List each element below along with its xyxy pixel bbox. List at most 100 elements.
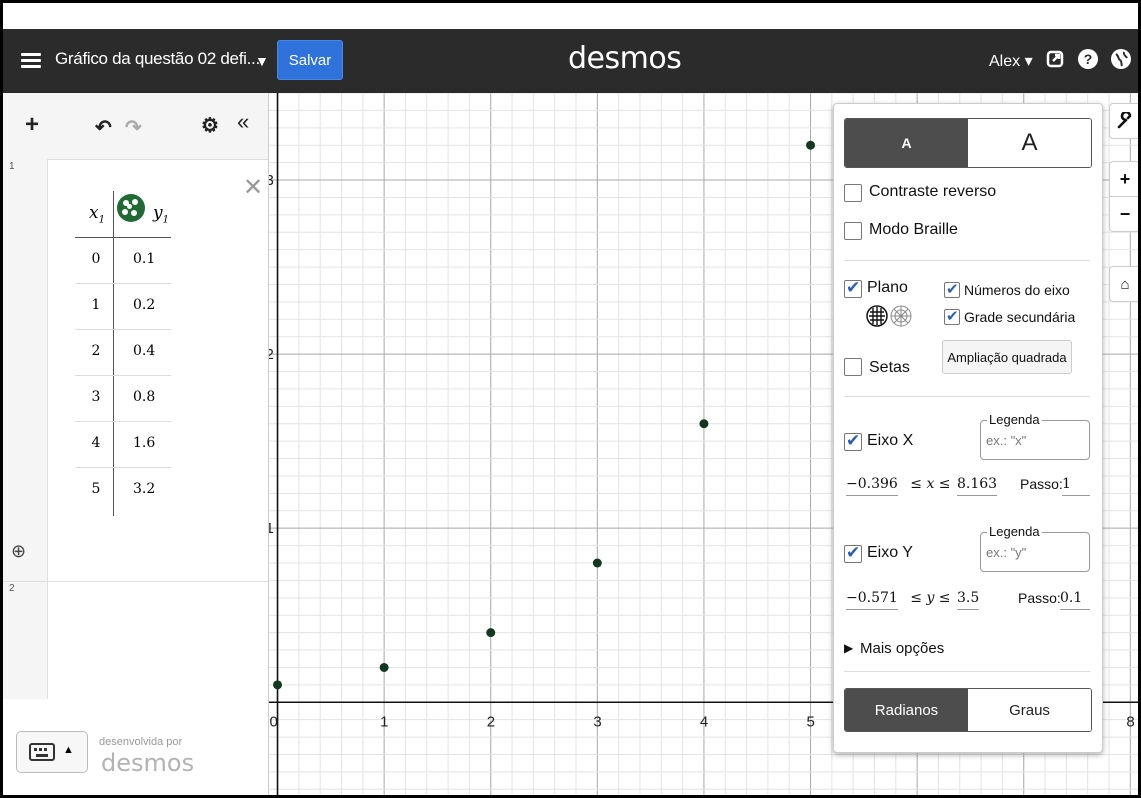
collapse-icon[interactable]: «	[237, 109, 249, 135]
powered-by-label: desenvolvida por	[99, 736, 183, 748]
x-max-input[interactable]: 8.163	[956, 476, 998, 496]
cell-y[interactable]: 0.1	[133, 251, 155, 267]
arrows-checkbox[interactable]	[844, 358, 862, 376]
cell-x[interactable]: 2	[85, 343, 107, 359]
close-icon[interactable]: ✕	[243, 173, 263, 202]
data-point	[273, 680, 283, 690]
data-point	[486, 628, 496, 638]
x-axis-legend-input[interactable]: Legenda ex.: "x"	[980, 412, 1090, 460]
undo-icon[interactable]: ↶	[95, 115, 112, 140]
cell-y[interactable]: 0.8	[133, 389, 155, 405]
zoom-out-icon[interactable]: −	[1109, 196, 1138, 232]
cell-x[interactable]: 0	[85, 251, 107, 267]
y-max-input[interactable]: 3.5	[957, 590, 980, 610]
text-size-toggle: A A	[844, 118, 1092, 168]
y-axis-legend-input[interactable]: Legenda ex.: "y"	[980, 524, 1090, 572]
square-zoom-button[interactable]: Ampliação quadrada	[942, 340, 1072, 374]
x-step-input[interactable]: 1	[1062, 476, 1090, 496]
y-axis-checkbox[interactable]	[844, 543, 862, 563]
cell-y[interactable]: 0.2	[133, 297, 155, 313]
y-tick-label: 2	[269, 346, 274, 363]
table-row: 1 0.2	[75, 283, 171, 330]
y-min-input[interactable]: −0.571	[846, 590, 898, 610]
braille-checkbox[interactable]	[844, 222, 862, 240]
y-step-input[interactable]: 0.1	[1060, 590, 1090, 610]
contrast-checkbox[interactable]	[844, 184, 862, 202]
brand-logo: desmos	[568, 41, 682, 76]
cartesian-grid-icon[interactable]	[866, 305, 888, 327]
x-tick-label: 2	[487, 713, 495, 730]
point-style-icon[interactable]	[117, 194, 145, 222]
y-range: −0.571 ≤ y ≤ 3.5	[846, 590, 980, 610]
y-tick-label: 3	[269, 172, 274, 189]
x-min-input[interactable]: −0.396	[846, 476, 898, 496]
grid-checkbox[interactable]	[844, 278, 862, 298]
minor-grid-label: Grade secundária	[964, 309, 1076, 325]
y-step-label: Passo:	[1018, 590, 1061, 606]
degrees-option[interactable]: Graus	[968, 689, 1091, 731]
zoom-in-icon[interactable]: +	[1109, 161, 1138, 197]
keyboard-icon	[29, 743, 55, 761]
globe-icon[interactable]	[1109, 47, 1133, 71]
radians-option[interactable]: Radianos	[845, 689, 968, 731]
gear-icon[interactable]: ⚙	[201, 113, 219, 138]
x-tick-label: 1	[380, 713, 388, 730]
expression-panel: + ↶ ↷ ⚙ « 1 ⊕ 2 ✕ x1 y1 0 0.1 1 0.2 2 0.4	[3, 93, 269, 795]
zoom-icon[interactable]: ⊕	[11, 541, 26, 562]
cell-x[interactable]: 1	[85, 297, 107, 313]
axis-numbers-checkbox[interactable]	[944, 280, 960, 298]
minor-grid-checkbox[interactable]	[944, 307, 960, 325]
table-header: x1 y1	[75, 191, 171, 238]
x-inequality: ≤ x ≤	[910, 476, 951, 492]
help-icon[interactable]: ?	[1076, 47, 1100, 71]
caret-up-icon: ▲	[63, 744, 74, 756]
x-tick-label: 5	[807, 713, 815, 730]
settings-divider	[844, 396, 1090, 397]
x-tick-label: 3	[593, 713, 601, 730]
table-row: 0 0.1	[75, 237, 171, 284]
cell-y[interactable]: 3.2	[133, 481, 155, 497]
legend-title: Legenda	[987, 412, 1042, 427]
cell-x[interactable]: 5	[85, 481, 107, 497]
svg-text:?: ?	[1084, 51, 1093, 67]
cell-y[interactable]: 0.4	[133, 343, 155, 359]
hamburger-icon[interactable]	[21, 53, 41, 69]
angle-unit-toggle: Radianos Graus	[844, 688, 1092, 732]
grid-label: Plano	[867, 279, 908, 296]
wrench-icon[interactable]	[1109, 103, 1138, 139]
column-header-y[interactable]: y1	[153, 203, 169, 225]
text-size-large-option[interactable]: A	[968, 119, 1091, 167]
keyboard-button[interactable]: ▲	[16, 731, 88, 773]
top-bar: Gráfico da questão 02 defi... ▼ Salvar d…	[3, 29, 1138, 93]
save-button[interactable]: Salvar	[277, 40, 343, 80]
x-tick-label: 8	[1126, 713, 1134, 730]
row-number: 2	[9, 583, 15, 594]
cell-y[interactable]: 1.6	[133, 435, 155, 451]
plus-icon[interactable]: +	[25, 111, 39, 139]
expression-toolbar: + ↶ ↷ ⚙ «	[3, 93, 268, 160]
text-size-small-option[interactable]: A	[845, 119, 968, 167]
share-icon[interactable]	[1043, 47, 1067, 71]
app-frame: Gráfico da questão 02 defi... ▼ Salvar d…	[0, 0, 1141, 798]
x-axis-checkbox[interactable]	[844, 431, 862, 451]
redo-icon[interactable]: ↷	[125, 115, 142, 140]
user-menu[interactable]: Alex ▾	[989, 51, 1033, 71]
expand-triangle-icon[interactable]: ▶	[844, 641, 853, 655]
column-header-x[interactable]: x1	[89, 203, 105, 225]
x-step-label: Passo:	[1020, 476, 1063, 492]
caret-down-icon[interactable]: ▼	[255, 53, 269, 69]
data-point	[699, 419, 709, 429]
cell-x[interactable]: 4	[85, 435, 107, 451]
legend-title: Legenda	[987, 524, 1042, 539]
arrows-label: Setas	[869, 359, 910, 376]
graph-title[interactable]: Gráfico da questão 02 defi...	[55, 49, 260, 69]
row-number: 1	[9, 161, 15, 172]
contrast-label: Contraste reverso	[869, 183, 997, 200]
more-options-link[interactable]: Mais opções	[860, 640, 944, 657]
polar-grid-icon[interactable]	[890, 305, 912, 327]
x-range: −0.396 ≤ x ≤ 8.163	[846, 476, 998, 496]
data-point	[806, 140, 816, 150]
cell-x[interactable]: 3	[85, 389, 107, 405]
home-icon[interactable]: ⌂	[1109, 266, 1138, 302]
expression-divider	[3, 581, 268, 582]
